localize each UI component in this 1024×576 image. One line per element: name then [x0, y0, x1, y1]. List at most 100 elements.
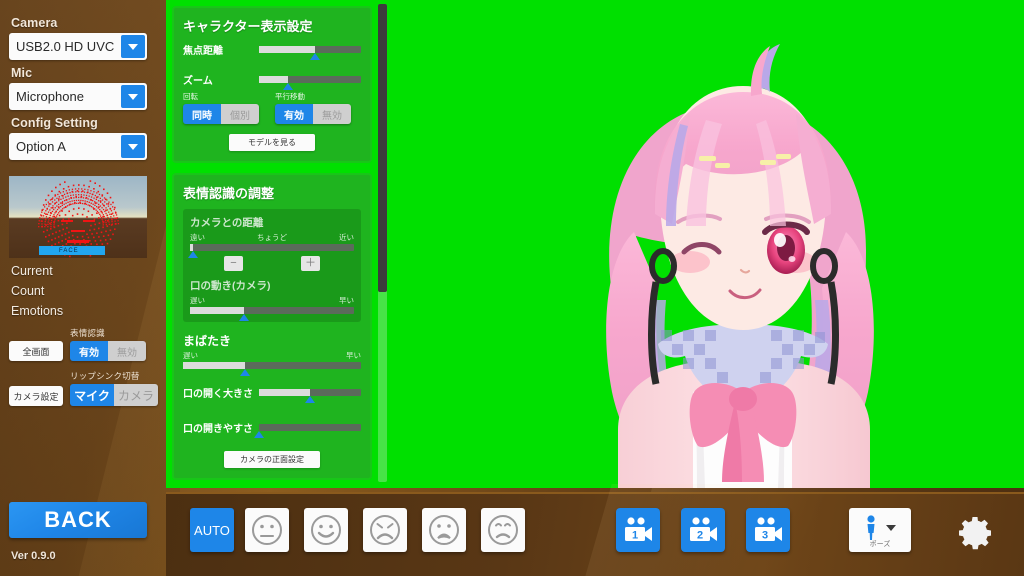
expression-off-button[interactable]: 無効: [108, 341, 146, 361]
mouth-motion-end-right: 早い: [339, 296, 354, 305]
mouth-motion-label: 口の動き(カメラ): [190, 280, 271, 292]
bottom-toolbar: AUTO 1 2 3 ポーズ: [166, 484, 1024, 576]
translation-on-button[interactable]: 有効: [275, 104, 313, 124]
character-toggles: 回転 同時 個別 平行移動 有効 無効: [183, 91, 361, 124]
blink-slider[interactable]: [183, 362, 361, 376]
rotation-off-button[interactable]: 個別: [221, 104, 259, 124]
frown-open-face-button[interactable]: [422, 508, 466, 552]
camera-preset-1-button[interactable]: 1: [616, 508, 660, 552]
zoom-label: ズーム: [183, 76, 213, 87]
lipsync-toggle[interactable]: マイク カメラ: [70, 384, 158, 406]
mic-label: Mic: [11, 66, 33, 80]
zoom-slider[interactable]: [259, 76, 361, 90]
camera-preset-3-button[interactable]: 3: [746, 508, 790, 552]
camera-distance-fill: [190, 244, 194, 251]
expression-toggle-group: 表情認識 有効 無効: [70, 327, 146, 361]
camera-distance-thumb[interactable]: [188, 251, 199, 258]
worried-face-button[interactable]: [481, 508, 525, 552]
stats-block: Current Count Emotions: [9, 264, 147, 318]
rotation-toggle[interactable]: 同時 個別: [183, 104, 259, 124]
character-display-title: キャラクター表示設定: [183, 19, 313, 34]
smile-face-icon: [311, 515, 341, 545]
camera-distance-plus-button[interactable]: ＋: [301, 256, 320, 271]
focal-length-thumb[interactable]: [310, 53, 321, 60]
frown-open-face-icon: [429, 515, 459, 545]
camera-distance-end-mid: ちょうど: [257, 233, 287, 242]
expression-adjust-title: 表情認識の調整: [183, 186, 275, 201]
mouth-motion-thumb[interactable]: [239, 314, 250, 321]
chevron-down-icon[interactable]: [121, 135, 145, 158]
smile-face-button[interactable]: [304, 508, 348, 552]
camera-1-icon: 1: [625, 517, 652, 542]
lipsync-toggle-group: リップシンク切替 マイク カメラ: [70, 370, 158, 406]
expression-row: 全画面 表情認識 有効 無効: [9, 327, 147, 361]
translation-toggle-group: 平行移動 有効 無効: [275, 91, 351, 124]
expression-on-button[interactable]: 有効: [70, 341, 108, 361]
mouth-open-ease-slider[interactable]: [254, 424, 361, 438]
pose-chevron-down-icon[interactable]: [885, 519, 897, 537]
pose-select-button[interactable]: ポーズ: [849, 508, 911, 552]
camera-distance-label: カメラとの距離: [190, 217, 264, 229]
mouth-open-size-fill: [259, 389, 310, 396]
svg-text:1: 1: [632, 530, 638, 542]
panel-scrollbar[interactable]: [378, 4, 387, 482]
translation-toggle[interactable]: 有効 無効: [275, 104, 351, 124]
chroma-key-stage: キャラクター表示設定 焦点距離 ズーム 回転 同時 個別 平行移動 有効 無効 …: [166, 0, 1024, 488]
camera-front-setting-button[interactable]: カメラの正面設定: [224, 451, 320, 468]
rotation-on-button[interactable]: 同時: [183, 104, 221, 124]
expression-adjust-panel: 表情認識の調整 カメラとの距離 遠い ちょうど 近い − ＋ 口の動き(カメラ)…: [172, 173, 372, 480]
mouth-open-size-slider[interactable]: [259, 389, 361, 403]
mouth-open-ease-thumb[interactable]: [254, 431, 264, 438]
rotation-toggle-group: 回転 同時 個別: [183, 91, 259, 124]
expression-toggle[interactable]: 有効 無効: [70, 341, 146, 361]
blink-end-right: 早い: [346, 351, 361, 360]
camera-setting-button[interactable]: カメラ設定: [9, 386, 63, 406]
fullscreen-button[interactable]: 全画面: [9, 341, 63, 361]
neutral-face-button[interactable]: [245, 508, 289, 552]
blink-thumb[interactable]: [240, 369, 251, 376]
chevron-down-icon[interactable]: [121, 85, 145, 108]
focal-length-slider-row: 焦点距離: [183, 42, 361, 60]
camera-distance-end-left: 遠い: [190, 233, 205, 242]
view-model-button[interactable]: モデルを見る: [229, 134, 315, 151]
translation-off-button[interactable]: 無効: [313, 104, 351, 124]
camera-distance-subpanel: カメラとの距離 遠い ちょうど 近い − ＋ 口の動き(カメラ) 遅い 早い: [183, 209, 361, 322]
preview-bar-label: FACE: [59, 248, 79, 254]
rotation-caption: 回転: [183, 92, 198, 101]
focal-length-label: 焦点距離: [183, 46, 223, 57]
camera-preset-2-button[interactable]: 2: [681, 508, 725, 552]
auto-expression-button[interactable]: AUTO: [190, 508, 234, 552]
camera-distance-minus-button[interactable]: −: [224, 256, 243, 271]
mouth-motion-slider[interactable]: [190, 307, 354, 321]
blink-label: まばたき: [183, 334, 232, 348]
mouth-open-ease-label: 口の開きやすさ: [183, 424, 253, 435]
lipsync-mic-button[interactable]: マイク: [70, 384, 114, 406]
mic-select[interactable]: Microphone: [9, 83, 147, 110]
camera-distance-stepper: − ＋: [190, 256, 354, 271]
app-root: Camera USB2.0 HD UVC Mic Microphone Conf…: [0, 0, 1024, 576]
expression-caption: 表情認識: [70, 328, 105, 338]
zoom-thumb[interactable]: [282, 83, 293, 90]
camera-distance-slider[interactable]: [188, 244, 354, 258]
config-setting-value: Option A: [16, 139, 66, 154]
focal-length-fill: [259, 46, 316, 53]
zoom-fill: [259, 76, 288, 83]
version-label: Ver 0.9.0: [11, 550, 56, 562]
auto-expression-label: AUTO: [194, 522, 230, 538]
sad-face-button[interactable]: [363, 508, 407, 552]
mouth-motion-fill: [190, 307, 245, 314]
settings-button[interactable]: [956, 514, 994, 557]
focal-length-slider[interactable]: [259, 46, 361, 60]
chevron-down-icon[interactable]: [121, 35, 145, 58]
camera-select[interactable]: USB2.0 HD UVC: [9, 33, 147, 60]
zoom-slider-row: ズーム: [183, 72, 361, 90]
person-icon: [867, 515, 875, 540]
lipsync-caption: リップシンク切替: [70, 371, 140, 381]
mouth-open-size-label: 口の開く大きさ: [183, 389, 253, 400]
back-button[interactable]: BACK: [9, 502, 147, 538]
panel-scrollbar-thumb[interactable]: [378, 4, 387, 292]
lipsync-camera-button[interactable]: カメラ: [114, 384, 158, 406]
config-setting-select[interactable]: Option A: [9, 133, 147, 160]
character-display-panel: キャラクター表示設定 焦点距離 ズーム 回転 同時 個別 平行移動 有効 無効 …: [172, 6, 372, 163]
mouth-open-size-thumb[interactable]: [305, 396, 315, 403]
